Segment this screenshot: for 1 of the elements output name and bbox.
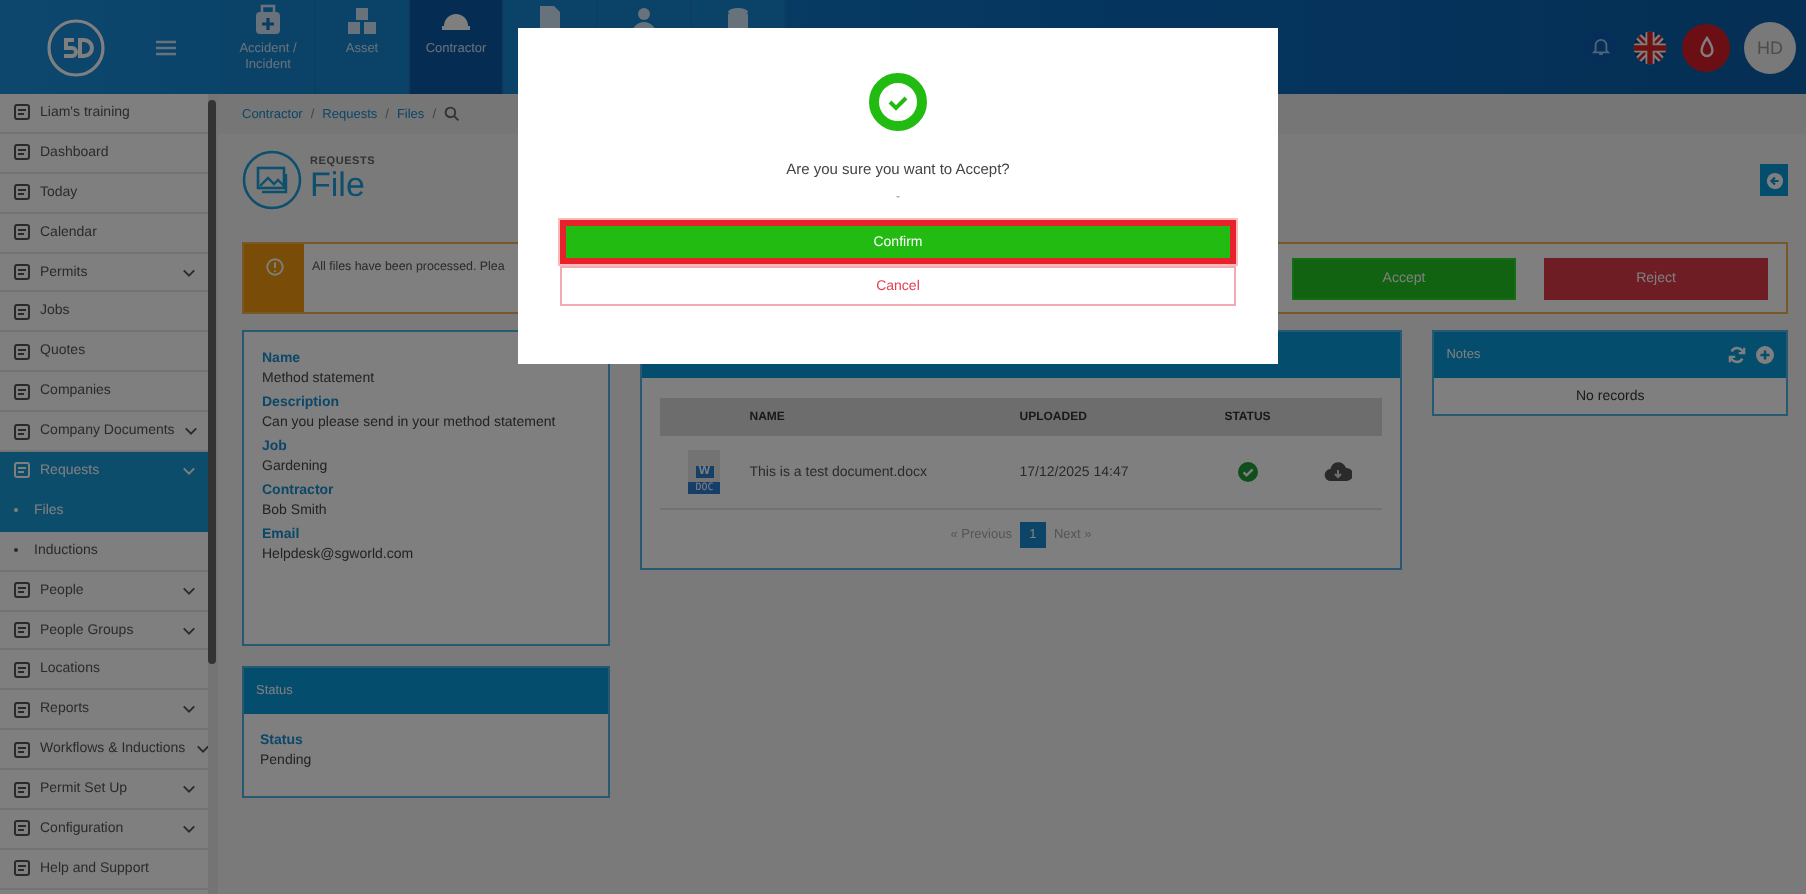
page-title: File (310, 168, 365, 204)
